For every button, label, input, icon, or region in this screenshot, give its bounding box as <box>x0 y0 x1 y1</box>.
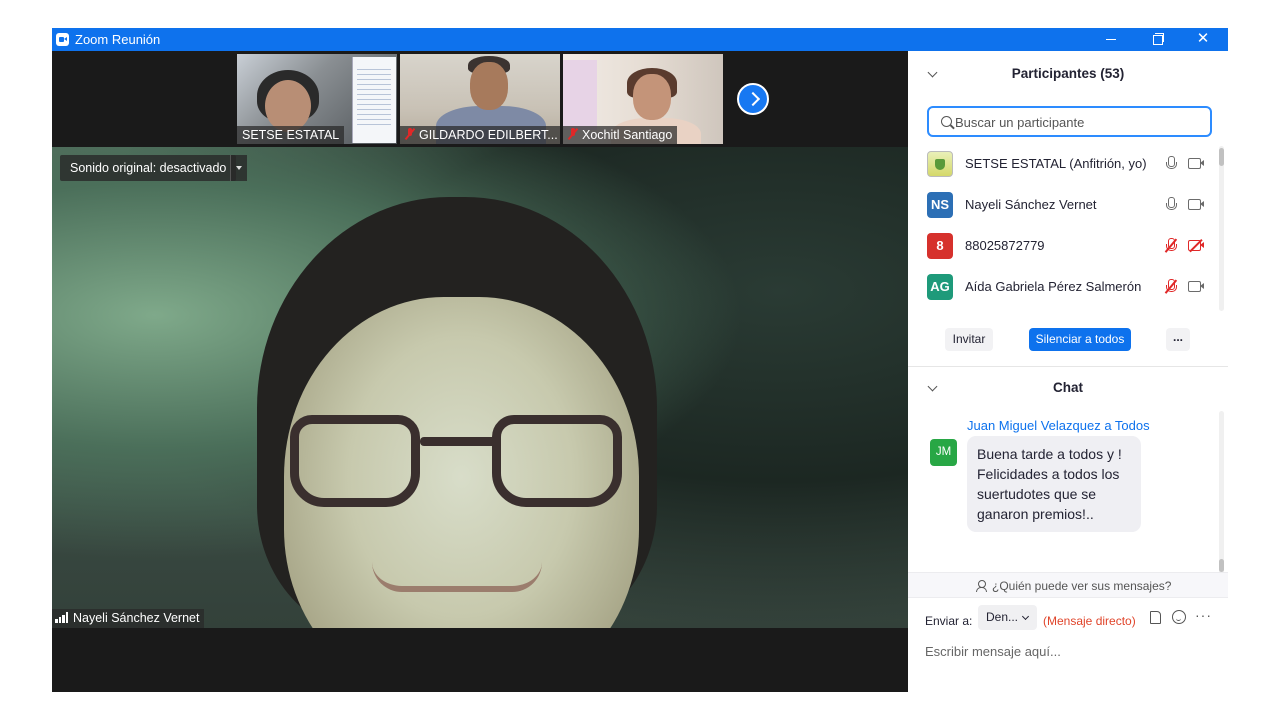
zoom-app-icon <box>56 33 69 46</box>
next-page-arrow-icon[interactable] <box>737 83 769 115</box>
participant-list: SETSE ESTATAL (Anfitrión, yo) NS Nayeli … <box>908 144 1228 310</box>
thumbnail-name-label: Xochitl Santiago <box>563 126 678 144</box>
participant-search-box[interactable] <box>927 106 1212 137</box>
zoom-window: Zoom Reunión ✕ SETSE ESTATAL GILDARDO ED… <box>52 28 1228 692</box>
side-panel: Participantes (53) SETSE ESTATAL (Anfitr… <box>908 51 1228 692</box>
invite-button[interactable]: Invitar <box>945 328 993 351</box>
wall-poster <box>563 60 597 130</box>
thumbnail-name-label: GILDARDO EDILBERT... <box>400 126 560 144</box>
chat-title: Chat <box>1053 380 1083 395</box>
window-title: Zoom Reunión <box>75 32 161 47</box>
original-sound-dropdown-arrow-icon[interactable] <box>230 155 247 181</box>
participant-name: SETSE ESTATAL (Anfitrión, yo) <box>965 156 1147 171</box>
participant-name: Aída Gabriela Pérez Salmerón <box>965 279 1142 294</box>
microphone-muted-icon[interactable] <box>1164 279 1177 295</box>
avatar: AG <box>927 274 953 300</box>
video-thumbnail[interactable]: Xochitl Santiago <box>563 54 723 144</box>
close-button[interactable]: ✕ <box>1180 28 1226 51</box>
chat-sender[interactable]: Juan Miguel Velazquez a Todos <box>967 418 1150 433</box>
shared-screen-preview <box>352 57 396 143</box>
avatar: 8 <box>927 233 953 259</box>
participant-row[interactable]: 8 88025872779 <box>908 226 1220 267</box>
original-sound-toggle[interactable]: Sonido original: desactivado <box>60 155 237 181</box>
minimize-button[interactable] <box>1088 28 1134 51</box>
chat-message-input[interactable] <box>925 640 1215 662</box>
active-speaker-label: Nayeli Sánchez Vernet <box>52 609 205 628</box>
video-camera-icon[interactable] <box>1188 199 1205 210</box>
chat-privacy-link[interactable]: ¿Quién puede ver sus mensajes? <box>908 572 1228 598</box>
avatar <box>927 151 953 177</box>
direct-message-label: (Mensaje directo) <box>1043 614 1136 628</box>
person-icon <box>976 580 988 592</box>
thumbnail-name-label: SETSE ESTATAL <box>237 126 345 144</box>
participant-row[interactable]: NS Nayeli Sánchez Vernet <box>908 185 1220 226</box>
participants-title: Participantes (53) <box>1011 66 1125 81</box>
restore-button[interactable] <box>1134 28 1180 51</box>
active-speaker-video: Sonido original: desactivado Nayeli Sánc… <box>52 147 908 628</box>
glasses-lens-right <box>492 415 622 507</box>
emoji-icon[interactable] <box>1172 610 1186 624</box>
participant-name: 88025872779 <box>965 238 1045 253</box>
send-to-label: Enviar a: <box>925 614 973 628</box>
avatar: JM <box>930 439 957 466</box>
participant-search-input[interactable] <box>955 112 1205 132</box>
chat-message: Buena tarde a todos y ! Felicidades a to… <box>967 436 1141 532</box>
participant-video-face <box>470 62 508 110</box>
microphone-icon[interactable] <box>1165 197 1177 213</box>
participant-video-face <box>265 80 311 132</box>
speaker-smile <box>372 562 542 592</box>
microphone-icon[interactable] <box>1165 156 1177 172</box>
video-camera-icon[interactable] <box>1188 158 1205 169</box>
participant-list-scrollbar[interactable] <box>1219 146 1224 311</box>
file-icon[interactable] <box>1150 611 1161 624</box>
microphone-muted-icon[interactable] <box>1164 238 1177 254</box>
participant-video-face <box>633 74 671 120</box>
search-icon <box>941 116 952 127</box>
mic-muted-icon <box>568 128 578 140</box>
video-thumbnail[interactable]: GILDARDO EDILBERT... <box>400 54 560 144</box>
recipient-dropdown[interactable]: Den... <box>978 605 1037 630</box>
panel-divider <box>908 366 1228 367</box>
more-icon[interactable]: ··· <box>1195 607 1212 623</box>
glasses-lens-left <box>290 415 420 507</box>
title-bar: Zoom Reunión ✕ <box>52 28 1228 51</box>
mic-muted-icon <box>405 128 415 140</box>
glasses-bridge <box>420 437 496 446</box>
video-thumbnail[interactable]: SETSE ESTATAL <box>237 54 397 144</box>
avatar: NS <box>927 192 953 218</box>
participant-name: Nayeli Sánchez Vernet <box>965 197 1097 212</box>
video-camera-off-icon[interactable] <box>1188 238 1205 253</box>
signal-strength-icon <box>55 612 69 623</box>
chat-scrollbar[interactable] <box>1219 411 1224 574</box>
participant-row[interactable]: SETSE ESTATAL (Anfitrión, yo) <box>908 144 1220 185</box>
video-area: SETSE ESTATAL GILDARDO EDILBERT... Xochi… <box>52 51 908 692</box>
video-camera-icon[interactable] <box>1188 281 1205 292</box>
participant-row[interactable]: AG Aída Gabriela Pérez Salmerón <box>908 267 1220 308</box>
more-options-button[interactable]: ... <box>1166 328 1190 351</box>
mute-all-button[interactable]: Silenciar a todos <box>1029 328 1131 351</box>
